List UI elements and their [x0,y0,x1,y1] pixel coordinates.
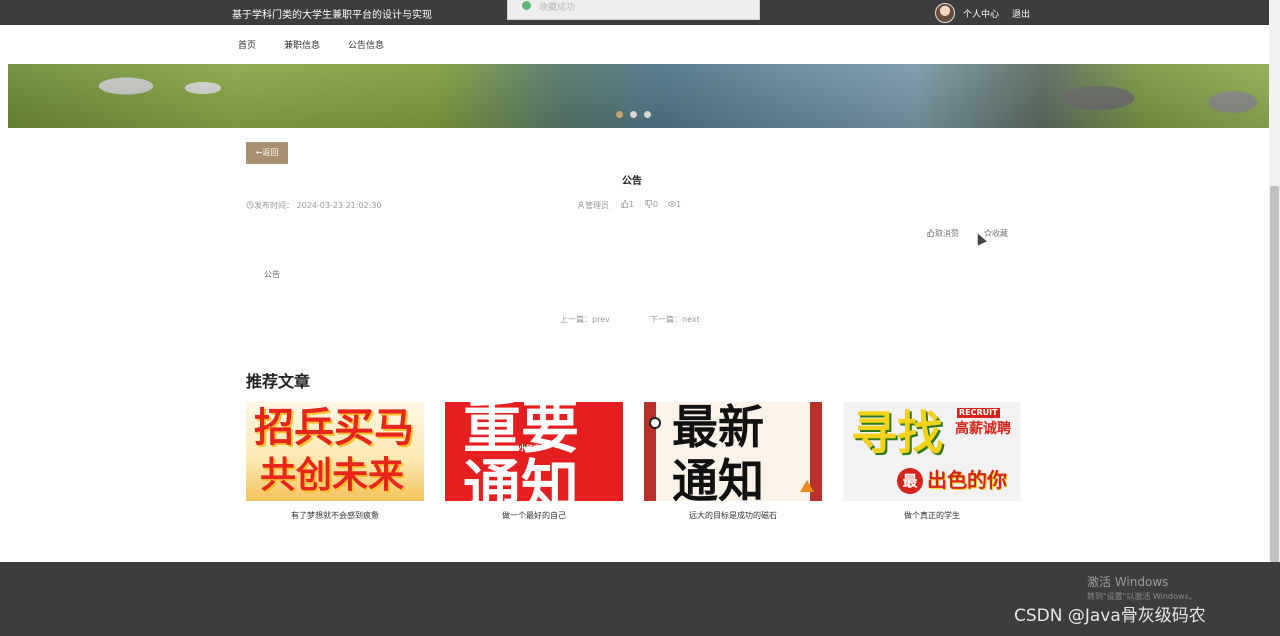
card-image-text-top: 寻找 [851,406,943,460]
unlike-label: 取消赞 [935,229,959,238]
star-icon [983,228,993,237]
toast-text: 收藏成功 [539,3,576,13]
nav-item-jobs[interactable]: 兼职信息 [284,38,320,51]
card-image-text-bottom: 出色的你 [927,468,1007,492]
publish-time-value: 2024-03-23 21:02:30 [296,201,382,210]
avatar[interactable] [935,3,955,23]
card-image[interactable]: 重要 小红书 通知 [445,402,623,501]
author-name: 管理员 [585,201,609,210]
view-count-value: 1 [676,200,682,209]
favorite-button[interactable]: 收藏 [983,228,1008,239]
publish-time: 发布时间： 2024-03-23 21:02:30 [246,200,382,211]
card-image-text-top: 最新 [672,402,764,454]
like-count-value: 1 [629,200,635,209]
thumbs-down-icon [645,200,653,208]
view-count: 1 [667,200,682,209]
success-icon [522,1,531,10]
eye-icon [667,201,677,207]
recommend-card[interactable]: 寻找 RECRUIT 高薪诚聘 最 出色的你 做个真正的学生 [843,402,1021,520]
dislike-count-value: 0 [653,200,659,209]
site-title: 基于学科门类的大学生兼职平台的设计与实现 [232,10,432,21]
top-bar: 基于学科门类的大学生兼职平台的设计与实现 收藏成功 个人中心 退出 [0,0,1280,25]
scrollbar-thumb[interactable] [1270,186,1279,562]
card-image-small-text: 小红书 [519,444,540,452]
main-nav: 首页 兼职信息 公告信息 [0,25,1280,64]
dislike-count: 0 [645,200,658,209]
user-icon [577,201,585,209]
card-caption[interactable]: 远大的目标是成功的磁石 [644,510,822,521]
next-article-link[interactable]: 下一篇：next [650,314,700,325]
pin-icon [649,417,661,429]
recommend-section-title: 推荐文章 [246,372,311,391]
star-icon [800,480,814,492]
banner-image [8,64,1269,128]
page-title: 公告 [622,176,642,187]
like-count: 1 [621,200,634,209]
clock-icon [246,201,254,209]
card-caption[interactable]: 有了梦想就不会感到疲惫 [246,510,424,521]
publish-time-label: 发布时间： [254,201,294,210]
logout-link[interactable]: 退出 [1012,7,1030,20]
carousel-dot-3[interactable] [644,111,651,118]
card-image[interactable]: 招兵买马 共创未来 [246,402,424,501]
csdn-watermark: CSDN @Java骨灰级码农 [1014,606,1206,626]
card-image-text-bottom: 通知 [672,454,764,501]
carousel-dot-1[interactable] [616,111,623,118]
article-content: 公告 [264,270,280,279]
card-image-tag-en: RECRUIT [957,408,1000,418]
card-image-text-top: 招兵买马 [254,405,414,451]
favorite-label: 收藏 [992,229,1008,238]
thumbs-up-icon [621,200,629,208]
card-image-tag: 高薪诚聘 [955,421,1011,437]
nav-item-notices[interactable]: 公告信息 [348,38,384,51]
recommend-card[interactable]: 重要 小红书 通知 做一个最好的自己 [445,402,623,520]
author-info: 管理员 [577,200,609,211]
card-image-text-bottom: 通知 [463,453,580,501]
unlike-button[interactable]: 取消赞 [927,228,959,239]
banner-carousel[interactable] [8,64,1269,128]
carousel-dot-2[interactable] [630,111,637,118]
card-caption[interactable]: 做个真正的学生 [843,510,1021,521]
back-button[interactable]: ←返回 [246,142,288,164]
recommend-card[interactable]: 最新 通知 远大的目标是成功的磁石 [644,402,822,520]
card-image[interactable]: 寻找 RECRUIT 高薪诚聘 最 出色的你 [843,402,1021,501]
thumbs-up-icon [927,229,935,237]
card-image-badge: 最 [897,468,923,494]
user-center-link[interactable]: 个人中心 [963,7,999,20]
nav-item-home[interactable]: 首页 [238,38,256,51]
recommend-card[interactable]: 招兵买马 共创未来 有了梦想就不会感到疲惫 [246,402,424,520]
card-image[interactable]: 最新 通知 [644,402,822,501]
windows-activation-title: 激活 Windows [1087,575,1169,589]
prev-article-link[interactable]: 上一篇：prev [560,314,610,325]
card-image-text-bottom: 共创未来 [260,455,405,496]
toast-message: 收藏成功 [507,0,760,20]
card-caption[interactable]: 做一个最好的自己 [445,510,623,521]
